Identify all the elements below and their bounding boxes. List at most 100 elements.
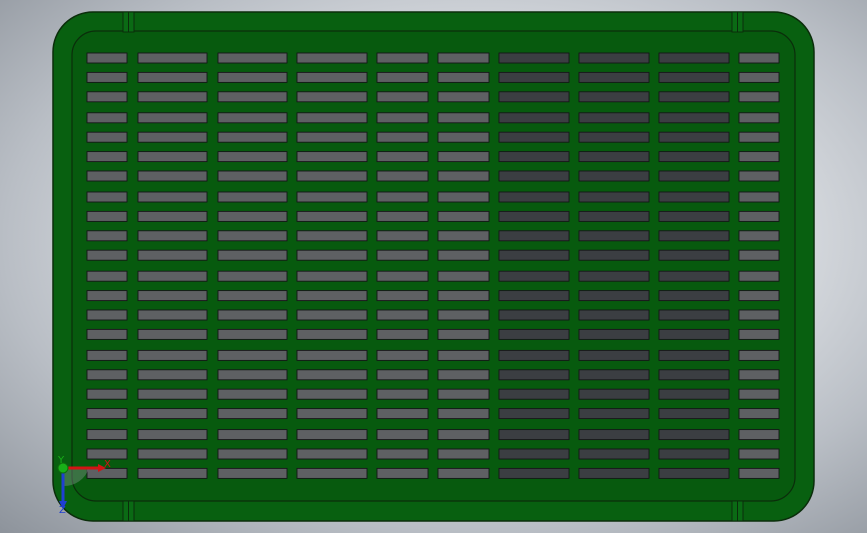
vent-slot[interactable] (86, 309, 128, 321)
vent-slot[interactable] (738, 52, 780, 64)
vent-slot[interactable] (296, 131, 368, 143)
vent-slot[interactable] (738, 91, 780, 103)
vent-slot[interactable] (578, 467, 650, 479)
vent-slot[interactable] (296, 112, 368, 124)
vent-slot[interactable] (86, 328, 128, 340)
vent-slot[interactable] (296, 448, 368, 460)
vent-slot[interactable] (137, 408, 208, 420)
vent-slot[interactable] (376, 429, 429, 441)
vent-slot[interactable] (217, 230, 288, 242)
vent-slot[interactable] (437, 112, 490, 124)
vent-slot[interactable] (578, 249, 650, 261)
vent-slot[interactable] (498, 429, 570, 441)
vent-slot[interactable] (437, 191, 490, 203)
vent-slot[interactable] (437, 408, 490, 420)
vent-slot[interactable] (296, 349, 368, 361)
vent-slot[interactable] (137, 170, 208, 182)
vent-slot[interactable] (738, 369, 780, 381)
vent-slot[interactable] (498, 448, 570, 460)
vent-slot[interactable] (658, 290, 730, 302)
vent-slot[interactable] (376, 131, 429, 143)
vent-slot[interactable] (217, 249, 288, 261)
vent-slot[interactable] (376, 290, 429, 302)
vent-slot[interactable] (578, 408, 650, 420)
vent-slot[interactable] (217, 170, 288, 182)
vent-slot[interactable] (376, 230, 429, 242)
snap-clip-top-left[interactable] (122, 11, 135, 33)
vent-slot[interactable] (86, 191, 128, 203)
vent-slot[interactable] (658, 151, 730, 163)
vent-slot[interactable] (578, 349, 650, 361)
vent-slot[interactable] (578, 270, 650, 282)
vent-slot[interactable] (658, 270, 730, 282)
vent-slot[interactable] (738, 71, 780, 83)
vent-slot[interactable] (376, 467, 429, 479)
vent-slot[interactable] (578, 230, 650, 242)
vent-slot[interactable] (137, 290, 208, 302)
vent-slot[interactable] (437, 71, 490, 83)
vent-slot[interactable] (86, 170, 128, 182)
vent-slot[interactable] (578, 388, 650, 400)
vent-slot[interactable] (137, 369, 208, 381)
vent-slot[interactable] (296, 429, 368, 441)
vent-slot[interactable] (217, 290, 288, 302)
vent-slot[interactable] (437, 230, 490, 242)
vent-slot[interactable] (498, 408, 570, 420)
vent-slot[interactable] (137, 71, 208, 83)
vent-slot[interactable] (86, 91, 128, 103)
graphics-viewport[interactable]: X Y Z (0, 0, 867, 533)
vent-slot[interactable] (578, 52, 650, 64)
vent-slot[interactable] (498, 52, 570, 64)
vent-slot[interactable] (498, 91, 570, 103)
vent-slot[interactable] (376, 270, 429, 282)
vent-slot[interactable] (376, 349, 429, 361)
vent-slot[interactable] (437, 91, 490, 103)
vent-slot[interactable] (217, 309, 288, 321)
vent-slot[interactable] (376, 210, 429, 222)
vent-slot[interactable] (137, 448, 208, 460)
vent-slot[interactable] (86, 388, 128, 400)
vent-slot[interactable] (217, 388, 288, 400)
vent-slot[interactable] (498, 349, 570, 361)
vent-slot[interactable] (498, 270, 570, 282)
vent-slot[interactable] (498, 131, 570, 143)
vent-slot[interactable] (437, 349, 490, 361)
vent-slot[interactable] (296, 52, 368, 64)
vent-slot[interactable] (658, 230, 730, 242)
vent-slot[interactable] (658, 467, 730, 479)
vent-slot[interactable] (217, 112, 288, 124)
vent-slot[interactable] (437, 448, 490, 460)
vent-slot[interactable] (376, 71, 429, 83)
vent-slot[interactable] (86, 429, 128, 441)
vent-slot[interactable] (738, 328, 780, 340)
vent-slot[interactable] (296, 388, 368, 400)
vent-slot[interactable] (296, 467, 368, 479)
vent-slot[interactable] (137, 309, 208, 321)
vent-slot[interactable] (137, 388, 208, 400)
vent-slot[interactable] (86, 52, 128, 64)
vent-slot[interactable] (498, 388, 570, 400)
vent-slot[interactable] (376, 170, 429, 182)
vent-slot[interactable] (137, 467, 208, 479)
vent-slot[interactable] (86, 270, 128, 282)
vent-slot[interactable] (86, 151, 128, 163)
vent-slot[interactable] (578, 309, 650, 321)
vent-slot[interactable] (437, 131, 490, 143)
vent-slot[interactable] (376, 328, 429, 340)
vent-slot[interactable] (437, 328, 490, 340)
vent-slot[interactable] (137, 112, 208, 124)
vent-slot[interactable] (658, 210, 730, 222)
vent-slot[interactable] (376, 91, 429, 103)
vent-slot[interactable] (296, 328, 368, 340)
vent-slot[interactable] (578, 170, 650, 182)
vent-slot[interactable] (658, 112, 730, 124)
vent-slot[interactable] (658, 191, 730, 203)
vent-slot[interactable] (217, 210, 288, 222)
vent-slot[interactable] (738, 349, 780, 361)
vent-slot[interactable] (217, 151, 288, 163)
vent-slot[interactable] (658, 131, 730, 143)
vent-slot[interactable] (86, 408, 128, 420)
vent-slot[interactable] (137, 131, 208, 143)
vent-slot[interactable] (658, 408, 730, 420)
vent-slot[interactable] (498, 309, 570, 321)
